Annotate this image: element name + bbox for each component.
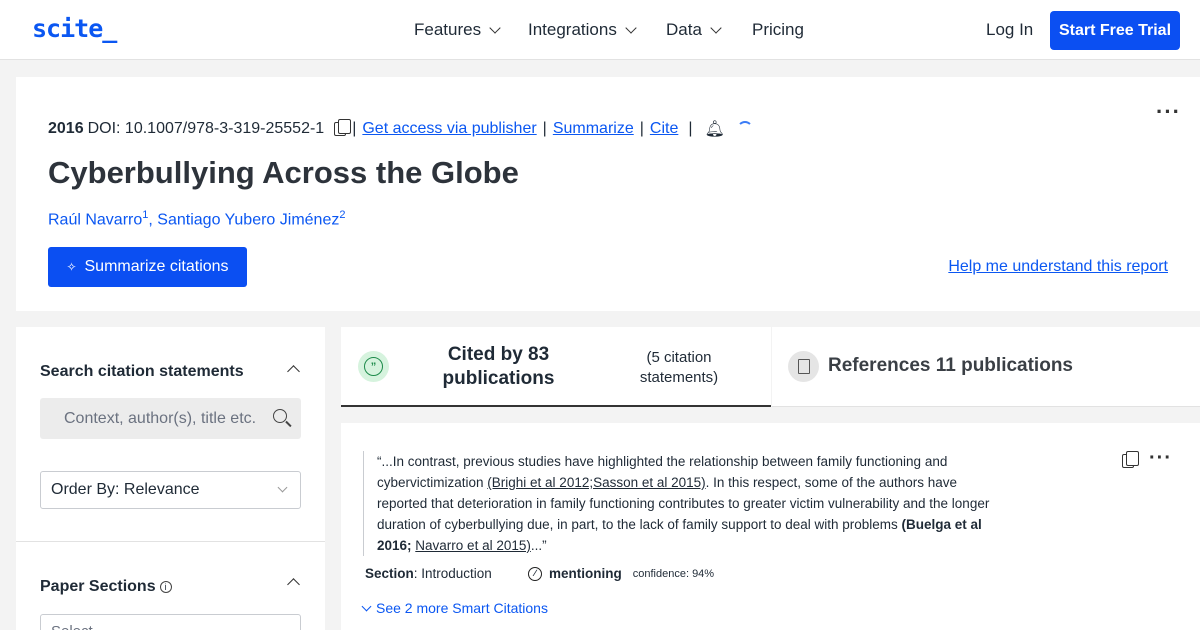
author-separator: , [148,211,153,229]
more-options-icon[interactable]: ··· [1156,99,1181,125]
see-more-label: See 2 more Smart Citations [376,600,548,616]
paper-year: 2016 [48,120,84,137]
filter-sidebar: Search citation statements Context, auth… [16,327,325,630]
nav-pricing-label: Pricing [752,20,804,39]
summarize-citations-button[interactable]: ✧ Summarize citations [48,247,247,287]
loading-spinner-icon [736,121,753,137]
author-affiliation: 2 [339,209,346,221]
nav-data[interactable]: Data [666,20,722,40]
nav-data-label: Data [666,20,702,39]
citation-section: Section: Introduction [365,566,492,581]
chevron-down-icon [489,21,501,34]
nav-pricing[interactable]: Pricing [752,20,804,40]
separator: | [639,120,644,137]
nav-features-label: Features [414,20,482,39]
top-navbar: scite_ Features Integrations Data Pricin… [0,0,1200,60]
author-link[interactable]: Santiago Yubero Jiménez [157,211,339,228]
citation-statement-card: “...In contrast, previous studies have h… [341,423,1200,630]
order-by-select[interactable]: Order By: Relevance [40,471,301,509]
summarize-link[interactable]: Summarize [553,120,634,138]
search-icon[interactable] [273,409,287,423]
citation-search-input[interactable]: Context, author(s), title etc. [40,398,301,439]
reference-link[interactable]: Navarro et al 2015) [415,538,531,553]
paper-sections-heading: Paper Sections i [40,578,172,596]
summarize-citations-label: Summarize citations [84,258,229,275]
search-placeholder: Context, author(s), title etc. [64,409,257,427]
chevron-up-icon[interactable] [287,578,300,591]
login-link[interactable]: Log In [986,20,1033,40]
separator: | [542,120,547,137]
citation-type: ∕ mentioning confidence: 94% [528,566,714,581]
nav-integrations[interactable]: Integrations [528,20,637,40]
confidence-value: confidence: 94% [632,567,715,580]
author-list: Raúl Navarro1, Santiago Yubero Jiménez2 [48,209,345,229]
supporting-quote-icon: ” [358,351,389,382]
scite-logo[interactable]: scite_ [32,14,117,43]
search-citations-heading: Search citation statements [40,363,244,380]
paper-sections-label: Paper Sections [40,578,156,595]
mentioning-label: mentioning [549,566,622,581]
paper-sections-select[interactable]: Select... [40,614,301,630]
sparkle-icon: ✧ [66,260,77,274]
nav-integrations-label: Integrations [528,20,617,39]
snippet-text: ...” [530,538,547,553]
chevron-down-icon [361,601,372,611]
paper-header-card: 2016 DOI: 10.1007/978-3-319-25552-1 | Ge… [16,77,1200,311]
bell-icon[interactable]: 🔔︎ [705,119,725,139]
paper-meta-row: 2016 DOI: 10.1007/978-3-319-25552-1 | Ge… [48,119,753,139]
divider [16,541,325,542]
references-count: References 11 publications [828,355,1073,376]
see-more-citations-link[interactable]: See 2 more Smart Citations [361,600,548,616]
reference-link[interactable]: (Brighi et al 2012;Sasson et al 2015) [487,475,705,490]
tab-references[interactable]: References 11 publications [772,327,1200,407]
chevron-down-icon [277,482,288,493]
mentioning-icon: ∕ [528,566,542,581]
copy-icon[interactable] [1122,451,1139,468]
document-icon [788,351,819,382]
get-access-link[interactable]: Get access via publisher [362,120,536,138]
copy-icon[interactable] [334,119,352,136]
citation-statements-count: (5 citation statements) [639,349,719,386]
citation-snippet: “...In contrast, previous studies have h… [363,451,993,556]
nav-features[interactable]: Features [414,20,501,40]
order-by-value: Order By: Relevance [51,481,200,498]
start-free-trial-button[interactable]: Start Free Trial [1050,11,1180,50]
section-label: Section [365,566,414,581]
tab-cited-by[interactable]: ” Cited by 83 publications (5 citation s… [341,327,771,407]
cite-link[interactable]: Cite [650,120,678,138]
more-options-icon[interactable]: ··· [1149,447,1172,470]
chevron-up-icon[interactable] [287,365,300,378]
paper-title: Cyberbullying Across the Globe [48,155,519,190]
cited-by-count: Cited by 83 publications [442,344,555,389]
info-icon[interactable]: i [159,581,172,593]
chevron-down-icon [710,21,722,34]
author-link[interactable]: Raúl Navarro [48,211,142,228]
section-value: : Introduction [413,566,492,581]
help-understand-report-link[interactable]: Help me understand this report [948,258,1168,276]
chevron-down-icon [625,21,637,34]
separator: | [352,120,357,137]
separator: | [688,120,693,137]
paper-doi: DOI: 10.1007/978-3-319-25552-1 [87,120,325,137]
